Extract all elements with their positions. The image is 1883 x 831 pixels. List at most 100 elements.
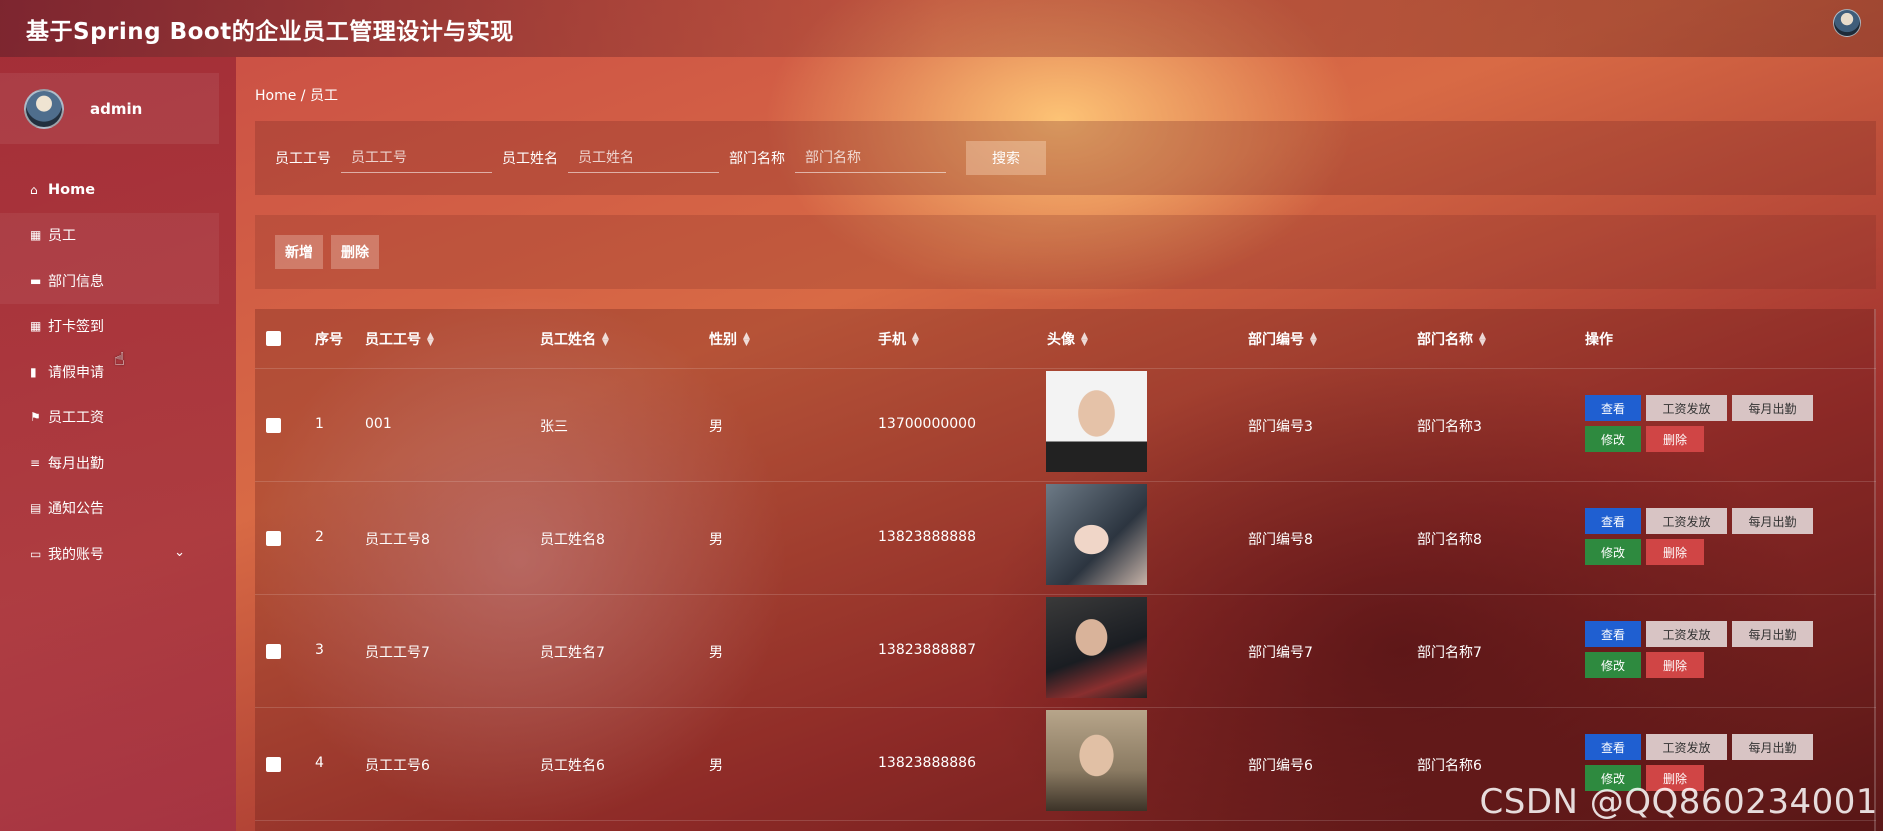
delete-button[interactable]: 删除	[1646, 652, 1704, 678]
edit-button[interactable]: 修改	[1585, 539, 1641, 565]
edit-button[interactable]: 修改	[1585, 652, 1641, 678]
sort-icon[interactable]: ▲ ▼	[1081, 332, 1088, 348]
dept-name-input[interactable]	[795, 143, 946, 173]
search-button[interactable]: 搜索	[966, 141, 1046, 175]
app-title: 基于Spring Boot的企业员工管理设计与实现	[26, 18, 514, 45]
col-avatar[interactable]: 头像 ▲ ▼	[1047, 329, 1088, 349]
view-button[interactable]: 查看	[1585, 395, 1641, 421]
table-scrollbar[interactable]	[1874, 309, 1876, 831]
monthly-attendance-button[interactable]: 每月出勤	[1732, 734, 1813, 760]
col-label: 性别	[709, 332, 737, 348]
sidebar-item-label: 员工工资	[48, 410, 104, 427]
sort-icon[interactable]: ▲ ▼	[1310, 332, 1317, 348]
sidebar-item-label: 每月出勤	[48, 455, 104, 472]
view-button[interactable]: 查看	[1585, 508, 1641, 534]
cell-gender: 男	[709, 645, 723, 661]
cell-phone: 13823888886	[878, 755, 976, 771]
comment-icon: ▬	[30, 273, 42, 288]
sidebar-item-label: 请假申请	[48, 364, 104, 381]
cell-dept-no: 部门编号6	[1248, 758, 1313, 774]
cell-dept-no: 部门编号3	[1248, 419, 1313, 435]
salary-button[interactable]: 工资发放	[1646, 508, 1727, 534]
sort-icon[interactable]: ▲ ▼	[743, 332, 750, 348]
col-label: 部门名称	[1417, 332, 1473, 348]
sort-icon[interactable]: ▲ ▼	[1479, 332, 1486, 348]
user-name: admin	[90, 99, 143, 118]
sidebar-item-employee[interactable]: ▦ 员工	[0, 212, 219, 258]
sidebar-item-label: 员工	[48, 228, 76, 245]
cell-gender: 男	[709, 532, 723, 548]
edit-button[interactable]: 修改	[1585, 426, 1641, 452]
sidebar-item-account[interactable]: ▭ 我的账号 ⌄	[0, 531, 219, 577]
cell-index: 4	[315, 755, 324, 771]
monthly-attendance-button[interactable]: 每月出勤	[1732, 621, 1813, 647]
cell-emp-no: 员工工号6	[365, 758, 430, 774]
flag-icon: ⚑	[30, 410, 41, 425]
employee-photo	[1046, 371, 1147, 472]
sidebar-item-attendance[interactable]: ≡ 每月出勤	[0, 440, 219, 486]
sidebar-item-checkin[interactable]: ▦ 打卡签到	[0, 304, 219, 350]
emp-no-label: 员工工号	[275, 151, 331, 167]
col-label: 手机	[878, 332, 906, 348]
chevron-down-icon[interactable]: ⌄	[174, 545, 185, 560]
cell-dept-name: 部门名称3	[1417, 419, 1482, 435]
emp-name-input[interactable]	[568, 143, 719, 173]
view-button[interactable]: 查看	[1585, 734, 1641, 760]
cell-emp-name: 员工姓名7	[540, 645, 605, 661]
col-label: 员工工号	[365, 332, 421, 348]
batch-delete-button[interactable]: 删除	[331, 235, 379, 269]
col-dept-name[interactable]: 部门名称 ▲ ▼	[1417, 329, 1486, 349]
col-index: 序号	[315, 332, 343, 348]
grid-icon: ▦	[30, 228, 42, 243]
col-dept-no[interactable]: 部门编号 ▲ ▼	[1248, 329, 1317, 349]
cell-phone: 13823888888	[878, 529, 976, 545]
apps-icon: ▦	[30, 319, 42, 334]
employee-photo	[1046, 484, 1147, 585]
sidebar-item-home[interactable]: ⌂ Home	[0, 167, 219, 213]
select-all-checkbox[interactable]	[266, 331, 281, 346]
delete-button[interactable]: 删除	[1646, 539, 1704, 565]
col-emp-no[interactable]: 员工工号 ▲ ▼	[365, 329, 434, 349]
row-checkbox[interactable]	[266, 418, 281, 433]
sidebar-item-label: 我的账号	[48, 546, 104, 563]
employee-photo	[1046, 710, 1147, 811]
salary-button[interactable]: 工资发放	[1646, 734, 1727, 760]
sidebar-item-label: 通知公告	[48, 501, 104, 518]
top-bar: 基于Spring Boot的企业员工管理设计与实现	[0, 0, 1883, 57]
row-checkbox[interactable]	[266, 644, 281, 659]
sidebar: admin ⌂ Home ▦ 员工 ▬ 部门信息 ▦ 打卡签到 ▮ 请假申请 ⚑…	[0, 57, 236, 831]
col-gender[interactable]: 性别 ▲ ▼	[709, 329, 750, 349]
add-button[interactable]: 新增	[275, 235, 323, 269]
row-checkbox[interactable]	[266, 531, 281, 546]
view-button[interactable]: 查看	[1585, 621, 1641, 647]
employee-table: 序号 员工工号 ▲ ▼ 员工姓名 ▲ ▼ 性别 ▲ ▼ 手机 ▲ ▼ 头像 ▲ ▼ 部门编号 ▲ ▼ 部…	[255, 309, 1876, 831]
avatar	[24, 88, 64, 129]
cell-gender: 男	[709, 419, 723, 435]
col-phone[interactable]: 手机 ▲ ▼	[878, 329, 919, 349]
delete-button[interactable]: 删除	[1646, 426, 1704, 452]
sort-icon[interactable]: ▲ ▼	[427, 332, 434, 348]
sort-icon[interactable]: ▲ ▼	[602, 332, 609, 348]
top-user-avatar[interactable]	[1833, 9, 1861, 37]
emp-no-input[interactable]	[341, 143, 492, 173]
sidebar-item-label: 打卡签到	[48, 319, 104, 336]
cell-emp-no: 员工工号7	[365, 645, 430, 661]
sidebar-item-department[interactable]: ▬ 部门信息	[0, 258, 219, 304]
monthly-attendance-button[interactable]: 每月出勤	[1732, 395, 1813, 421]
col-label: 员工姓名	[540, 332, 596, 348]
sort-icon[interactable]: ▲ ▼	[912, 332, 919, 348]
sidebar-item-notice[interactable]: ▤ 通知公告	[0, 486, 219, 532]
cell-emp-name: 张三	[540, 419, 568, 435]
mouse-cursor-icon: ☝	[114, 349, 125, 370]
salary-button[interactable]: 工资发放	[1646, 621, 1727, 647]
sliders-icon: ≡	[30, 455, 41, 470]
sidebar-item-salary[interactable]: ⚑ 员工工资	[0, 395, 219, 441]
salary-button[interactable]: 工资发放	[1646, 395, 1727, 421]
cell-emp-no: 员工工号8	[365, 532, 430, 548]
breadcrumb: Home / 员工	[255, 88, 338, 104]
monthly-attendance-button[interactable]: 每月出勤	[1732, 508, 1813, 534]
sidebar-item-leave[interactable]: ▮ 请假申请	[0, 349, 219, 395]
row-checkbox[interactable]	[266, 757, 281, 772]
col-emp-name[interactable]: 员工姓名 ▲ ▼	[540, 329, 609, 349]
cell-dept-name: 部门名称7	[1417, 645, 1482, 661]
